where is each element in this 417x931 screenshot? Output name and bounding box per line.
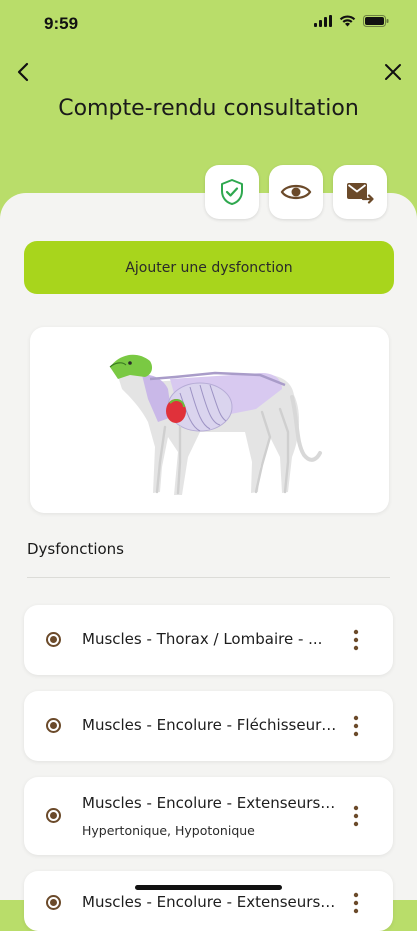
add-dysfunction-button[interactable]: Ajouter une dysfonction (24, 241, 394, 294)
chevron-left-icon (17, 62, 29, 82)
anatomy-diagram-card[interactable] (30, 327, 389, 513)
more-vertical-icon (353, 892, 359, 914)
shield-check-icon (221, 179, 243, 205)
more-options-button[interactable] (349, 628, 363, 652)
radio-selected-icon[interactable] (46, 895, 61, 910)
status-icons (314, 15, 389, 27)
status-time: 9:59 (44, 14, 79, 33)
send-email-button[interactable] (333, 165, 387, 219)
mail-forward-icon (347, 183, 374, 204)
dysfunction-detail: Hypertonique, Hypotonique (82, 823, 255, 838)
dysfunction-item[interactable]: Muscles - Thorax / Lombaire - ... (24, 605, 393, 675)
home-indicator (135, 885, 282, 890)
radio-selected-icon[interactable] (46, 632, 61, 647)
dysfunction-label: Muscles - Encolure - Extenseurs ... (82, 794, 337, 812)
battery-icon (363, 15, 389, 27)
close-button[interactable] (383, 62, 403, 82)
dysfunction-item[interactable]: Muscles - Encolure - Fléchisseurs... (24, 691, 393, 761)
section-title-dysfunctions: Dysfonctions (27, 540, 125, 558)
more-options-button[interactable] (349, 891, 363, 915)
divider (27, 577, 390, 578)
more-options-button[interactable] (349, 804, 363, 828)
dysfunction-label: Muscles - Thorax / Lombaire - ... (82, 630, 323, 648)
radio-selected-icon[interactable] (46, 808, 61, 823)
dysfunction-label: Muscles - Encolure - Extenseurs ... (82, 893, 337, 911)
page-title: Compte-rendu consultation (58, 96, 359, 121)
more-vertical-icon (353, 629, 359, 651)
more-vertical-icon (353, 715, 359, 737)
dysfunction-item[interactable]: Muscles - Encolure - Extenseurs ... (24, 871, 393, 931)
more-vertical-icon (353, 805, 359, 827)
radio-selected-icon[interactable] (46, 718, 61, 733)
status-bar: 9:59 (0, 0, 417, 46)
eye-icon (280, 184, 312, 200)
close-icon (385, 64, 401, 80)
back-button[interactable] (12, 60, 36, 84)
dysfunction-item[interactable]: Muscles - Encolure - Extenseurs ... Hype… (24, 777, 393, 855)
wifi-icon (339, 15, 356, 27)
dysfunction-label: Muscles - Encolure - Fléchisseurs... (82, 716, 337, 734)
signal-icon (314, 15, 332, 27)
preview-button[interactable] (269, 165, 323, 219)
more-options-button[interactable] (349, 714, 363, 738)
dog-anatomy-diagram[interactable] (30, 327, 389, 513)
validate-button[interactable] (205, 165, 259, 219)
